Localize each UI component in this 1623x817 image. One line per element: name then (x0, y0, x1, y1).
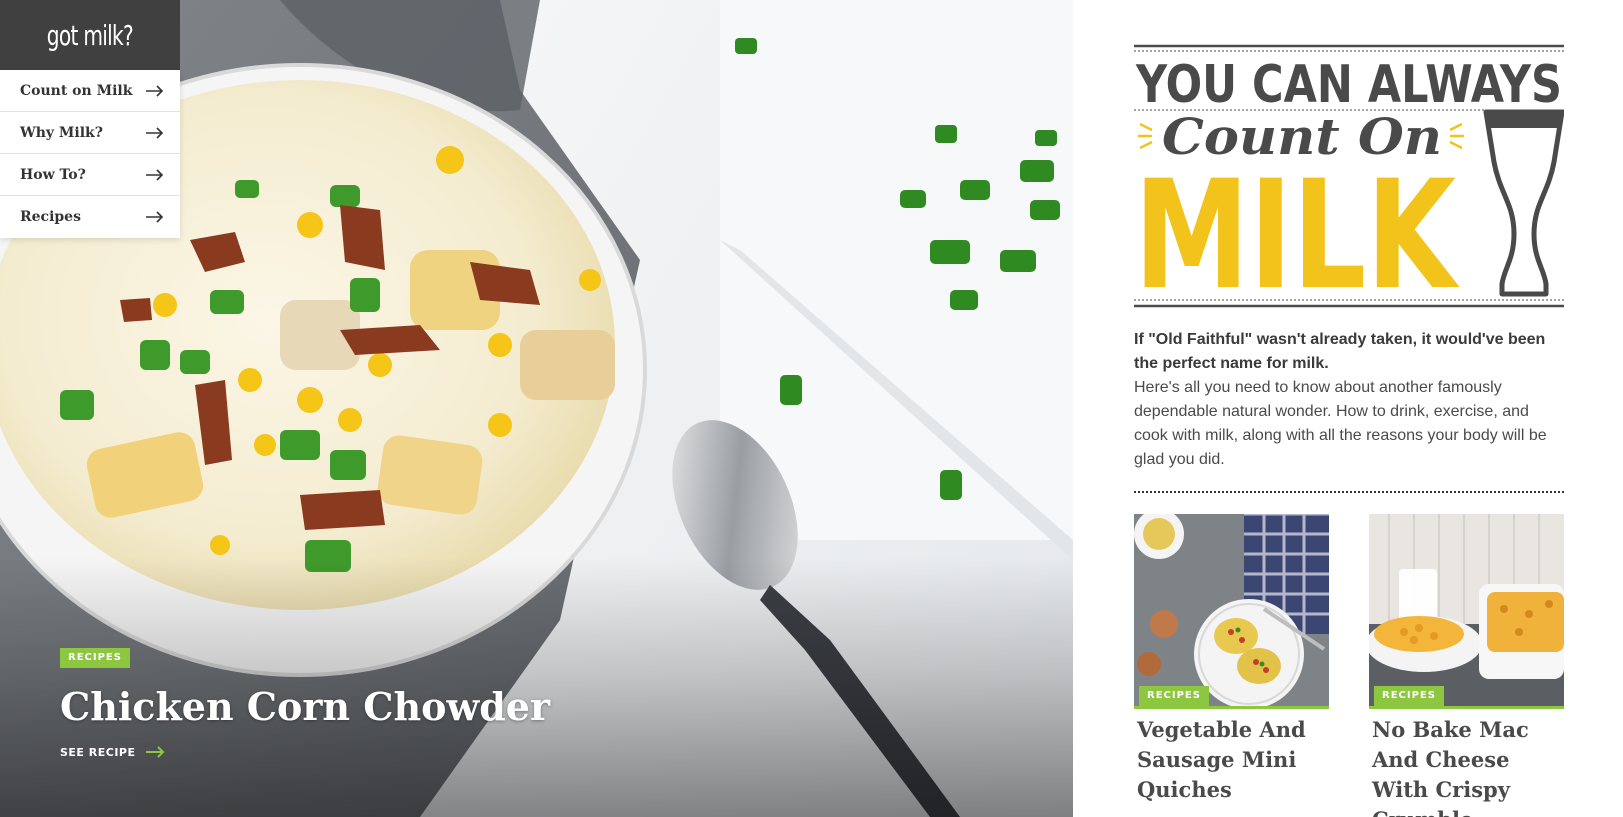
arrow-right-icon (146, 211, 164, 223)
count-on-milk-headline: YOU CAN ALWAYS Count On MILK (1134, 44, 1564, 309)
recipe-card[interactable]: RECIPES No Bake Mac And Cheese With Cris… (1369, 514, 1564, 817)
intro-panel: YOU CAN ALWAYS Count On MILK If "Old Fai… (1073, 0, 1623, 817)
section-divider (1134, 491, 1564, 493)
logo-text: got milk? (46, 18, 134, 52)
arrow-right-icon (145, 746, 164, 759)
arrow-right-icon (146, 126, 164, 139)
headline-line-1: YOU CAN ALWAYS (1135, 55, 1562, 115)
hero-title[interactable]: Chicken Corn Chowder (60, 686, 550, 728)
card-category-badge[interactable]: RECIPES (1374, 686, 1444, 706)
recipe-card[interactable]: RECIPES Vegetable And Sausage Mini Quich… (1134, 514, 1329, 817)
nav-item-how-to[interactable]: How To? (0, 154, 180, 196)
card-category-badge[interactable]: RECIPES (1139, 686, 1209, 706)
nav-item-label: Recipes (20, 209, 81, 225)
recipe-card-image: RECIPES (1134, 514, 1329, 709)
recipe-card-title[interactable]: Vegetable And Sausage Mini Quiches (1134, 715, 1329, 805)
hero-category-badge[interactable]: RECIPES (60, 648, 130, 668)
main-nav: got milk? Count on Milk Why Milk? How To… (0, 0, 180, 238)
nav-item-recipes[interactable]: Recipes (0, 196, 180, 238)
intro-body: Here's all you need to know about anothe… (1134, 379, 1547, 468)
recipe-cards: RECIPES Vegetable And Sausage Mini Quich… (1134, 514, 1564, 817)
see-recipe-label: SEE RECIPE (60, 745, 136, 759)
nav-item-count-on-milk[interactable]: Count on Milk (0, 70, 180, 112)
hero-caption: RECIPES Chicken Corn Chowder SEE RECIPE (60, 645, 550, 759)
nav-item-label: Why Milk? (20, 124, 103, 141)
nav-item-why-milk[interactable]: Why Milk? (0, 112, 180, 154)
recipe-card-image: RECIPES (1369, 514, 1564, 709)
intro-text: If "Old Faithful" wasn't already taken, … (1134, 328, 1564, 472)
arrow-right-icon (146, 168, 164, 181)
intro-lead: If "Old Faithful" wasn't already taken, … (1134, 331, 1546, 372)
headline-line-3: MILK (1134, 149, 1460, 309)
nav-item-label: How To? (20, 166, 86, 183)
arrow-right-icon (146, 84, 164, 97)
nav-item-label: Count on Milk (20, 82, 133, 99)
milk-glass-icon (1483, 109, 1564, 297)
nav-list: Count on Milk Why Milk? How To? Recipes (0, 70, 180, 238)
recipe-card-title[interactable]: No Bake Mac And Cheese With Crispy Crumb… (1369, 715, 1564, 817)
see-recipe-link[interactable]: SEE RECIPE (60, 746, 550, 759)
got-milk-logo[interactable]: got milk? (0, 0, 180, 70)
